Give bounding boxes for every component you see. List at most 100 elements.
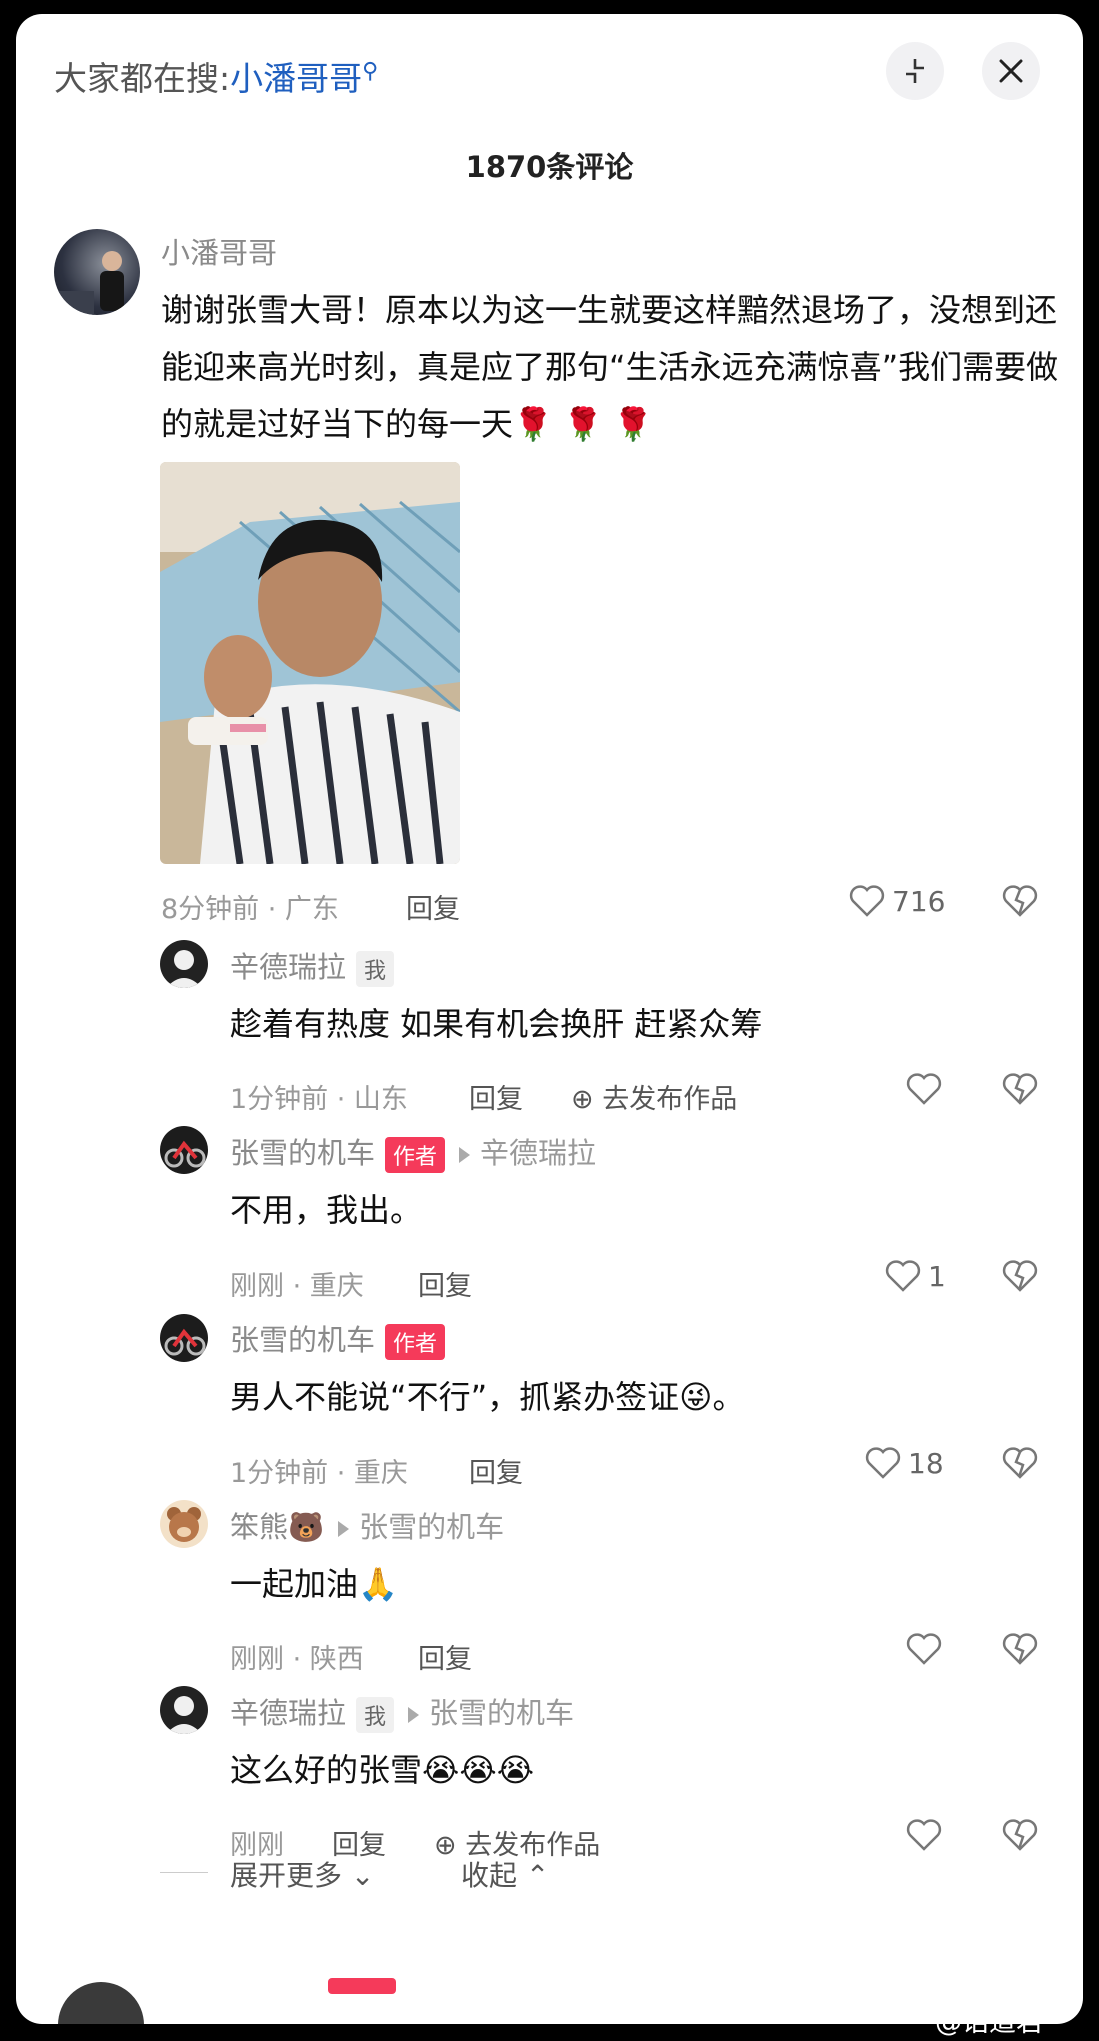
dislike-button[interactable] — [1001, 1446, 1039, 1484]
broken-heart-icon — [1002, 1633, 1038, 1665]
heart-icon — [906, 1819, 942, 1851]
reply-time-location: 1分钟前 · 山东 — [230, 1084, 408, 1115]
expand-more-button[interactable]: 展开更多 ⌄ — [230, 1854, 374, 1894]
reply-button[interactable]: 回复 — [406, 887, 460, 926]
comment-count: 1870条评论 — [465, 150, 634, 184]
upload-icon: ⊕ — [571, 1084, 594, 1115]
reply-text: 趁着有热度 如果有机会换肝 赶紧众筹 — [230, 1005, 763, 1043]
reply-button[interactable]: 回复 — [469, 1077, 523, 1116]
dislike-button[interactable] — [1001, 1632, 1039, 1670]
like-button[interactable]: 18 — [864, 1446, 944, 1480]
like-count: 1 — [928, 1259, 946, 1293]
search-keyword[interactable]: 小潘哥哥 — [230, 59, 362, 98]
reply-button[interactable]: 回复 — [418, 1264, 472, 1303]
dislike-button[interactable] — [1001, 1072, 1039, 1110]
comment-photo — [160, 462, 460, 864]
comment-username[interactable]: 小潘哥哥 — [161, 230, 277, 272]
me-badge: 我 — [356, 1697, 395, 1733]
avatar[interactable] — [58, 1982, 144, 2024]
heart-icon — [849, 885, 885, 917]
like-button[interactable] — [905, 1818, 943, 1852]
chevron-up-icon: ⌃ — [525, 1859, 550, 1892]
avatar-person-icon — [166, 1696, 202, 1734]
expand-more-label: 展开更多 — [230, 1859, 343, 1892]
avatar[interactable] — [160, 1500, 208, 1548]
bear-avatar-icon — [167, 1507, 201, 1542]
reply-username[interactable]: 辛德瑞拉 — [230, 950, 346, 984]
reply-target[interactable]: 张雪的机车 — [429, 1696, 574, 1730]
avatar-person-icon — [166, 950, 202, 988]
comment-text: 谢谢张雪大哥！原本以为这一生就要这样黯然退场了，没想到还能迎来高光时刻，真是应了… — [161, 291, 1059, 443]
motorcycle-avatar-icon — [164, 1328, 206, 1356]
divider — [160, 1872, 208, 1873]
reply-arrow-icon — [459, 1147, 471, 1163]
like-count: 18 — [908, 1446, 944, 1480]
collapse-replies-button[interactable]: 收起 ⌃ — [461, 1854, 549, 1894]
avatar[interactable] — [160, 1686, 208, 1734]
reply-username-row: 辛德瑞拉我张雪的机车 — [230, 1690, 574, 1733]
close-button[interactable] — [982, 42, 1040, 100]
reply-username[interactable]: 张雪的机车 — [230, 1136, 375, 1170]
reply-username[interactable]: 笨熊🐻 — [230, 1510, 324, 1544]
collapse-label: 收起 — [461, 1859, 518, 1892]
dislike-button[interactable] — [1001, 1818, 1039, 1856]
comments-panel: 大家都在搜:小潘哥哥⚲ 1870条评论 小潘哥哥 谢谢张雪大哥！原本以为这一生就… — [16, 14, 1083, 2024]
broken-heart-icon — [1002, 1819, 1038, 1851]
collapse-button[interactable] — [886, 42, 944, 100]
avatar[interactable] — [160, 940, 208, 988]
heart-icon — [906, 1633, 942, 1665]
reply-username-row: 辛德瑞拉我 — [230, 944, 395, 987]
reply-target[interactable]: 辛德瑞拉 — [480, 1136, 596, 1170]
reply-button[interactable]: 回复 — [418, 1637, 472, 1676]
reply-time-location: 1分钟前 · 重庆 — [230, 1458, 408, 1489]
motorcycle-avatar-icon — [164, 1140, 206, 1168]
reply-target[interactable]: 张雪的机车 — [359, 1510, 504, 1544]
chevron-down-icon: ⌄ — [350, 1859, 375, 1892]
dislike-button[interactable] — [1001, 1259, 1039, 1297]
avatar[interactable] — [54, 229, 140, 315]
heart-icon — [865, 1447, 901, 1479]
top-bar: 大家都在搜:小潘哥哥⚲ — [16, 14, 1083, 134]
author-badge: 作者 — [385, 1137, 446, 1173]
like-count: 716 — [892, 884, 946, 918]
reply-button[interactable]: 回复 — [469, 1451, 523, 1490]
me-badge: 我 — [356, 951, 395, 987]
search-icon: ⚲ — [362, 59, 379, 84]
watermark: @话道君 — [935, 2007, 1043, 2038]
publish-label: 去发布作品 — [602, 1084, 738, 1115]
author-badge — [328, 1978, 396, 1994]
reply-username-row: 张雪的机车 作者 辛德瑞拉 — [230, 1130, 596, 1173]
reply-text: 男人不能说“不行”，抓紧办签证😜。 — [230, 1378, 745, 1416]
dislike-button[interactable] — [1001, 884, 1039, 922]
reply-username[interactable]: 辛德瑞拉 — [230, 1696, 346, 1730]
reply-username-row: 张雪的机车 作者 — [230, 1317, 446, 1360]
broken-heart-icon — [1002, 1260, 1038, 1292]
reply-text: 这么好的张雪😭😭😭 — [230, 1751, 535, 1789]
author-badge: 作者 — [385, 1324, 446, 1360]
search-suggestion[interactable]: 大家都在搜:小潘哥哥⚲ — [54, 52, 378, 100]
reply-text: 不用，我出。 — [230, 1191, 423, 1229]
like-button[interactable] — [905, 1072, 943, 1106]
broken-heart-icon — [1002, 885, 1038, 917]
like-button[interactable]: 1 — [884, 1259, 946, 1293]
heart-icon — [885, 1260, 921, 1292]
reply-arrow-icon — [408, 1707, 420, 1723]
avatar[interactable] — [160, 1126, 208, 1174]
reply-time-location: 刚刚 · 陕西 — [230, 1644, 364, 1675]
comment-image[interactable] — [160, 462, 460, 864]
minimize-icon — [906, 59, 924, 83]
comment-time-location: 8分钟前 · 广东 — [161, 894, 339, 925]
reply-arrow-icon — [338, 1521, 350, 1537]
reply-time-location: 刚刚 · 重庆 — [230, 1271, 364, 1302]
broken-heart-icon — [1002, 1073, 1038, 1105]
close-icon — [999, 59, 1023, 83]
reply-username[interactable]: 张雪的机车 — [230, 1323, 375, 1357]
like-button[interactable] — [905, 1632, 943, 1666]
like-button[interactable]: 716 — [848, 884, 945, 918]
upload-icon: ⊕ — [434, 1830, 457, 1861]
broken-heart-icon — [1002, 1447, 1038, 1479]
avatar-person-icon — [54, 251, 124, 315]
publish-work-button[interactable]: ⊕ 去发布作品 — [571, 1077, 737, 1116]
search-prefix: 大家都在搜: — [54, 59, 231, 98]
avatar[interactable] — [160, 1314, 208, 1362]
